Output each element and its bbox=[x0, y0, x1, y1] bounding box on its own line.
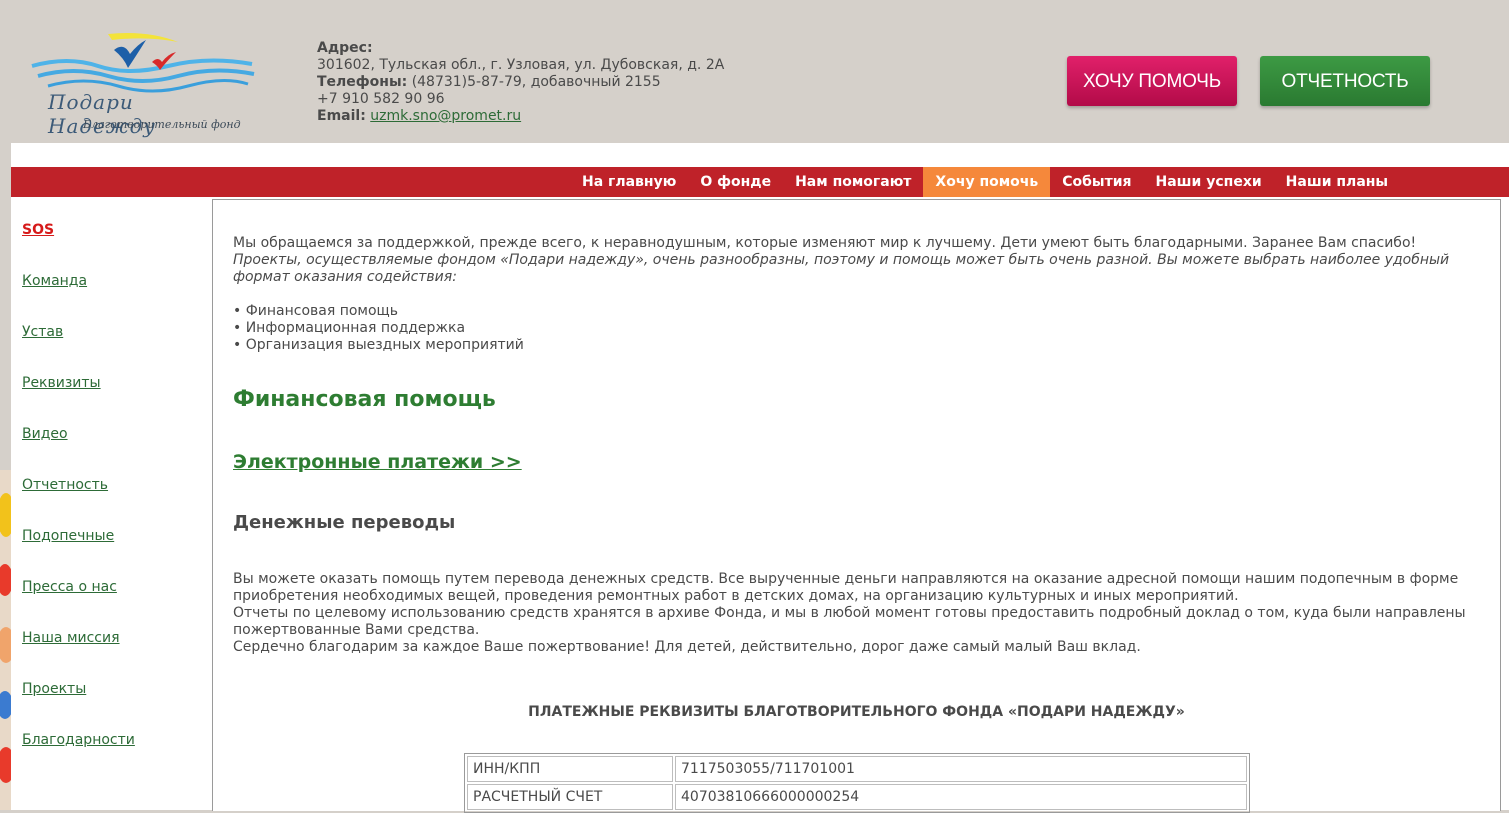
transfer-paragraph: Вы можете оказать помощь путем перевода … bbox=[233, 571, 1459, 604]
site-header: Подари Надежду Благотворительный фонд Ад… bbox=[0, 0, 1509, 143]
phone-mobile: +7 910 582 90 96 bbox=[317, 91, 445, 107]
nav-item-about[interactable]: О фонде bbox=[688, 167, 783, 197]
phones-label: Телефоны: bbox=[317, 74, 408, 90]
background-cartoon-image bbox=[0, 470, 11, 810]
help-format-item: • Информационная поддержка bbox=[233, 320, 466, 336]
help-format-item: • Организация выездных мероприятий bbox=[233, 337, 524, 353]
transfer-paragraph: Сердечно благодарим за каждое Ваше пожер… bbox=[233, 639, 1141, 655]
requisite-key: РАСЧЕТНЫЙ СЧЕТ bbox=[467, 784, 673, 810]
transfer-paragraph: Отчеты по целевому использованию средств… bbox=[233, 605, 1466, 638]
address-label: Адрес: bbox=[317, 40, 373, 56]
requisites-table: ИНН/КПП 7117503055/711701001 РАСЧЕТНЫЙ С… bbox=[464, 753, 1250, 813]
table-row: РАСЧЕТНЫЙ СЧЕТ 40703810666000000254 bbox=[467, 784, 1247, 810]
requisite-value: 40703810666000000254 bbox=[675, 784, 1247, 810]
contact-info: Адрес: 301602, Тульская обл., г. Узловая… bbox=[317, 40, 724, 125]
nav-item-want-to-help[interactable]: Хочу помочь bbox=[923, 167, 1051, 197]
main-content: Мы обращаемся за поддержкой, прежде всег… bbox=[212, 199, 1501, 813]
reports-button[interactable]: ОТЧЕТНОСТЬ bbox=[1260, 56, 1430, 106]
nav-item-successes[interactable]: Наши успехи bbox=[1144, 167, 1274, 197]
sidebar-item-sos[interactable]: SOS bbox=[22, 222, 54, 238]
intro-text: Мы обращаемся за поддержкой, прежде всег… bbox=[233, 235, 1417, 251]
sidebar-item-requisites[interactable]: Реквизиты bbox=[22, 375, 101, 391]
sidebar-item-video[interactable]: Видео bbox=[22, 426, 68, 442]
sidebar-item-charter[interactable]: Устав bbox=[22, 324, 63, 340]
sidebar-item-projects[interactable]: Проекты bbox=[22, 681, 86, 697]
sidebar-item-wards[interactable]: Подопечные bbox=[22, 528, 114, 544]
requisite-value: 7117503055/711701001 bbox=[675, 756, 1247, 782]
requisite-key: ИНН/КПП bbox=[467, 756, 673, 782]
requisites-title: ПЛАТЕЖНЫЕ РЕКВИЗИТЫ БЛАГОТВОРИТЕЛЬНОГО Ф… bbox=[528, 704, 1185, 720]
nav-item-supporters[interactable]: Нам помогают bbox=[783, 167, 923, 197]
sidebar: SOS Команда Устав Реквизиты Видео Отчетн… bbox=[11, 197, 211, 810]
logo-subtitle: Благотворительный фонд bbox=[83, 118, 241, 131]
sidebar-item-team[interactable]: Команда bbox=[22, 273, 87, 289]
nav-item-plans[interactable]: Наши планы bbox=[1274, 167, 1400, 197]
help-format-item: • Финансовая помощь bbox=[233, 303, 398, 319]
money-transfers-heading: Денежные переводы bbox=[233, 512, 456, 533]
phone-primary: (48731)5-87-79, добавочный 2155 bbox=[411, 74, 661, 90]
table-row: ИНН/КПП 7117503055/711701001 bbox=[467, 756, 1247, 782]
nav-item-home[interactable]: На главную bbox=[570, 167, 688, 197]
email-label: Email: bbox=[317, 108, 366, 124]
sidebar-item-thanks[interactable]: Благодарности bbox=[22, 732, 135, 748]
main-nav: На главную О фонде Нам помогают Хочу пом… bbox=[11, 167, 1509, 197]
header-spacer bbox=[11, 143, 1509, 167]
financial-help-heading: Финансовая помощь bbox=[233, 387, 496, 412]
email-link[interactable]: uzmk.sno@promet.ru bbox=[370, 108, 521, 124]
sidebar-item-press[interactable]: Пресса о нас bbox=[22, 579, 117, 595]
intro-italic-text: Проекты, осуществляемые фондом «Подари н… bbox=[233, 252, 1450, 285]
site-logo[interactable]: Подари Надежду Благотворительный фонд bbox=[28, 28, 260, 138]
nav-item-events[interactable]: События bbox=[1050, 167, 1143, 197]
sidebar-item-reports[interactable]: Отчетность bbox=[22, 477, 108, 493]
sidebar-item-mission[interactable]: Наша миссия bbox=[22, 630, 120, 646]
want-to-help-button[interactable]: ХОЧУ ПОМОЧЬ bbox=[1067, 56, 1237, 106]
address-text: 301602, Тульская обл., г. Узловая, ул. Д… bbox=[317, 57, 725, 73]
electronic-payments-link[interactable]: Электронные платежи >> bbox=[233, 451, 522, 473]
